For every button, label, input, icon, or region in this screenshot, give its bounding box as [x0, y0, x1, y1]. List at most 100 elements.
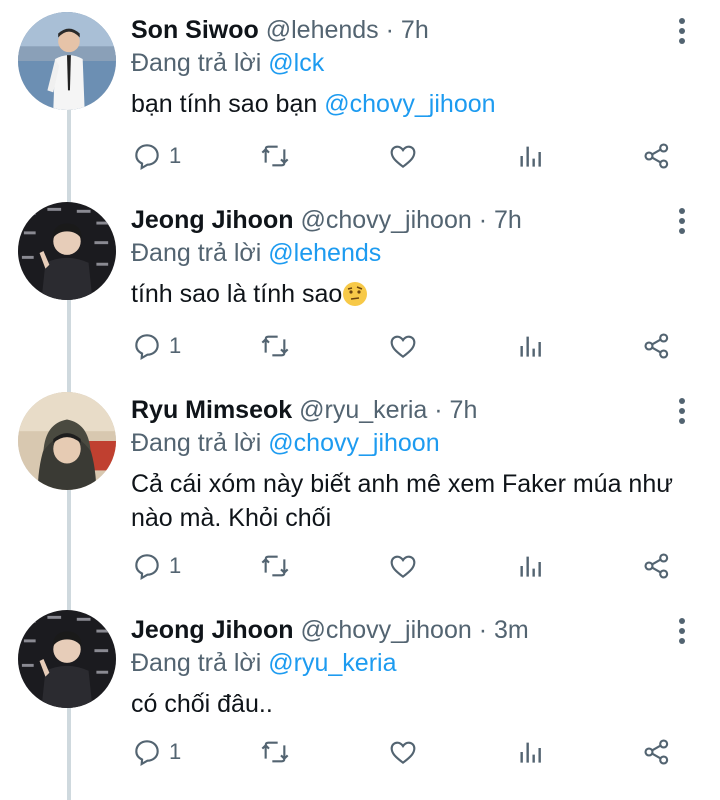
reply-icon: [135, 554, 159, 580]
reply-icon: [135, 740, 159, 766]
reply-button[interactable]: 1: [131, 734, 181, 770]
avatar[interactable]: [18, 610, 116, 708]
tweet-text-body: tính sao là tính sao: [131, 280, 343, 308]
display-name[interactable]: Ryu Mimseok: [131, 396, 292, 424]
raised-eyebrow-emoji: [343, 282, 368, 306]
replying-mention[interactable]: @chovy_jihoon: [268, 429, 439, 457]
avatar-image: [18, 12, 116, 110]
share-button[interactable]: [641, 328, 673, 364]
retweet-button[interactable]: [259, 734, 291, 770]
tweet-text: tính sao là tính sao: [131, 277, 691, 311]
tweet-text: có chối đâu..: [131, 690, 273, 718]
tweet-mention[interactable]: @chovy_jihoon: [324, 90, 495, 118]
like-button[interactable]: [387, 138, 419, 174]
avatar-image: [18, 202, 116, 300]
replying-to: Đang trả lời @lehends: [131, 237, 381, 269]
share-button[interactable]: [641, 734, 673, 770]
like-icon: [390, 741, 416, 765]
display-name[interactable]: Jeong Jihoon: [131, 206, 294, 234]
share-button[interactable]: [641, 138, 673, 174]
share-icon: [644, 333, 669, 359]
analytics-icon: [520, 336, 541, 357]
action-bar: 1: [131, 734, 691, 770]
analytics-button[interactable]: [515, 734, 547, 770]
retweet-icon: [261, 145, 289, 167]
reply-count: 1: [169, 553, 182, 578]
analytics-icon: [520, 556, 541, 577]
timestamp[interactable]: · 3m: [479, 616, 529, 644]
replying-to: Đang trả lời @ryu_keria: [131, 647, 397, 679]
tweet-text: bạn tính sao bạn @chovy_jihoon: [131, 87, 691, 121]
reply-button[interactable]: 1: [131, 328, 181, 364]
action-bar: 1: [131, 328, 691, 364]
share-icon: [644, 143, 669, 169]
tweet[interactable]: Jeong Jihoon @chovy_jihoon · 7h Đang trả…: [0, 190, 720, 380]
analytics-icon: [520, 742, 541, 763]
more-icon[interactable]: [678, 618, 686, 648]
action-bar: 1: [131, 138, 691, 174]
replying-mention[interactable]: @lck: [268, 49, 324, 77]
replying-mention[interactable]: @lehends: [268, 239, 381, 267]
like-icon: [390, 335, 416, 359]
reply-button[interactable]: 1: [131, 548, 181, 584]
tweet-header: Ryu Mimseok @ryu_keria · 7h: [131, 394, 660, 426]
action-bar: 1: [131, 548, 691, 584]
tweet[interactable]: Jeong Jihoon @chovy_jihoon · 3m Đang trả…: [0, 600, 720, 793]
reply-icon: [135, 334, 159, 360]
replying-label: Đang trả lời: [131, 649, 262, 677]
share-icon: [644, 553, 669, 579]
user-handle[interactable]: @chovy_jihoon: [300, 616, 471, 644]
replying-mention[interactable]: @ryu_keria: [268, 649, 396, 677]
retweet-icon: [261, 335, 289, 357]
reply-icon: [135, 144, 159, 170]
more-icon[interactable]: [678, 208, 686, 238]
tweet-header: Jeong Jihoon @chovy_jihoon · 3m: [131, 614, 660, 646]
replying-label: Đang trả lời: [131, 429, 262, 457]
analytics-button[interactable]: [515, 548, 547, 584]
avatar[interactable]: [18, 202, 116, 300]
retweet-button[interactable]: [259, 328, 291, 364]
user-handle[interactable]: @ryu_keria: [299, 396, 427, 424]
like-icon: [390, 145, 416, 169]
reply-count: 1: [169, 333, 182, 358]
like-button[interactable]: [387, 548, 419, 584]
retweet-button[interactable]: [259, 138, 291, 174]
like-icon: [390, 555, 416, 579]
timestamp[interactable]: · 7h: [479, 206, 522, 234]
display-name[interactable]: Jeong Jihoon: [131, 616, 294, 644]
tweet[interactable]: Ryu Mimseok @ryu_keria · 7h Đang trả lời…: [0, 380, 720, 600]
display-name[interactable]: Son Siwoo: [131, 16, 259, 44]
like-button[interactable]: [387, 328, 419, 364]
tweet-header: Son Siwoo @lehends · 7h: [131, 14, 660, 46]
share-icon: [644, 739, 669, 765]
avatar-image: [18, 610, 116, 708]
more-icon[interactable]: [678, 398, 686, 428]
share-button[interactable]: [641, 548, 673, 584]
timestamp[interactable]: · 7h: [434, 396, 477, 424]
analytics-icon: [520, 146, 541, 167]
replying-label: Đang trả lời: [131, 239, 262, 267]
more-icon[interactable]: [678, 18, 686, 48]
like-button[interactable]: [387, 734, 419, 770]
avatar-image: [18, 392, 116, 490]
retweet-icon: [261, 555, 289, 577]
analytics-button[interactable]: [515, 138, 547, 174]
avatar[interactable]: [18, 12, 116, 110]
analytics-button[interactable]: [515, 328, 547, 364]
tweet-header: Jeong Jihoon @chovy_jihoon · 7h: [131, 204, 660, 236]
reply-count: 1: [169, 143, 182, 168]
replying-to: Đang trả lời @lck: [131, 47, 324, 79]
replying-label: Đang trả lời: [131, 49, 262, 77]
reply-button[interactable]: 1: [131, 138, 181, 174]
user-handle[interactable]: @lehends: [266, 16, 379, 44]
user-handle[interactable]: @chovy_jihoon: [300, 206, 471, 234]
reply-count: 1: [169, 739, 182, 764]
avatar[interactable]: [18, 392, 116, 490]
tweet-text: Cả cái xóm này biết anh mê xem Faker múa…: [131, 470, 673, 532]
tweet[interactable]: Son Siwoo @lehends · 7h Đang trả lời @lc…: [0, 0, 720, 190]
retweet-icon: [261, 741, 289, 763]
timestamp[interactable]: · 7h: [386, 16, 429, 44]
replying-to: Đang trả lời @chovy_jihoon: [131, 427, 440, 459]
tweet-text-body: bạn tính sao bạn: [131, 90, 325, 118]
retweet-button[interactable]: [259, 548, 291, 584]
